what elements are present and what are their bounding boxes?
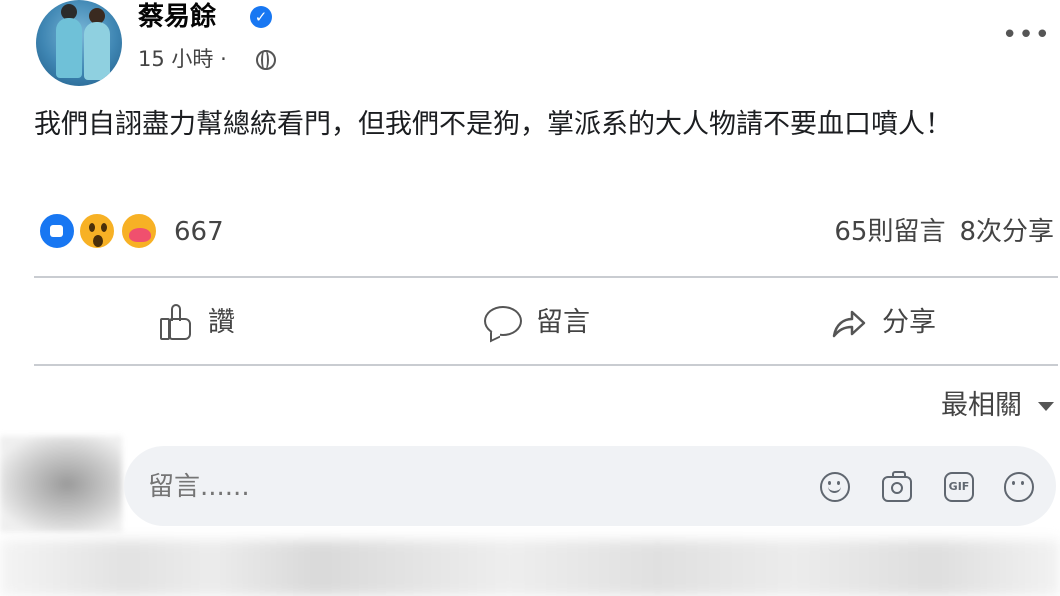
reaction-count: 667 <box>174 217 224 247</box>
comment-label: 留言 <box>536 307 590 338</box>
comment-sort-dropdown[interactable]: 最相關 <box>941 386 1054 426</box>
verified-check-icon: ✓ <box>250 6 272 28</box>
shares-count[interactable]: 8次分享 <box>959 217 1054 247</box>
more-options-icon[interactable]: ••• <box>1002 20 1051 50</box>
divider <box>34 364 1058 366</box>
author-avatar[interactable] <box>36 0 122 86</box>
post-stats: 65則留言 8次分享 <box>820 212 1054 252</box>
share-button[interactable]: 分享 <box>830 300 936 346</box>
care-reaction-icon <box>120 212 158 250</box>
sort-label: 最相關 <box>941 390 1022 421</box>
comments-count[interactable]: 65則留言 <box>834 217 945 247</box>
blurred-comment <box>0 540 1060 596</box>
comment-input[interactable] <box>146 466 750 508</box>
sticker-icon[interactable] <box>1004 472 1034 502</box>
facebook-post: 蔡易餘 ✓ 15 小時 · ••• 我們自詡盡力幫總統看門，但我們不是狗，掌派系… <box>0 0 1060 596</box>
gif-icon[interactable]: GIF <box>944 472 974 502</box>
comment-composer[interactable]: GIF <box>124 446 1056 526</box>
share-label: 分享 <box>882 307 936 338</box>
comment-bubble-icon <box>484 304 522 343</box>
thumbs-up-icon <box>156 304 194 342</box>
share-arrow-icon <box>830 304 868 342</box>
post-text: 我們自詡盡力幫總統看門，但我們不是狗，掌派系的大人物請不要血口噴人！ <box>34 109 952 140</box>
like-reaction-icon <box>38 212 76 250</box>
post-timestamp[interactable]: 15 小時 · <box>138 44 227 74</box>
globe-icon <box>256 50 276 70</box>
author-name[interactable]: 蔡易餘 <box>138 0 216 34</box>
wow-reaction-icon <box>78 212 116 250</box>
camera-icon[interactable] <box>882 471 912 502</box>
like-label: 讚 <box>208 307 235 338</box>
user-avatar <box>0 436 122 532</box>
caret-down-icon <box>1038 401 1054 411</box>
divider <box>34 276 1058 278</box>
like-button[interactable]: 讚 <box>156 300 235 346</box>
emoji-icon[interactable] <box>820 472 850 502</box>
comment-button[interactable]: 留言 <box>484 300 590 346</box>
